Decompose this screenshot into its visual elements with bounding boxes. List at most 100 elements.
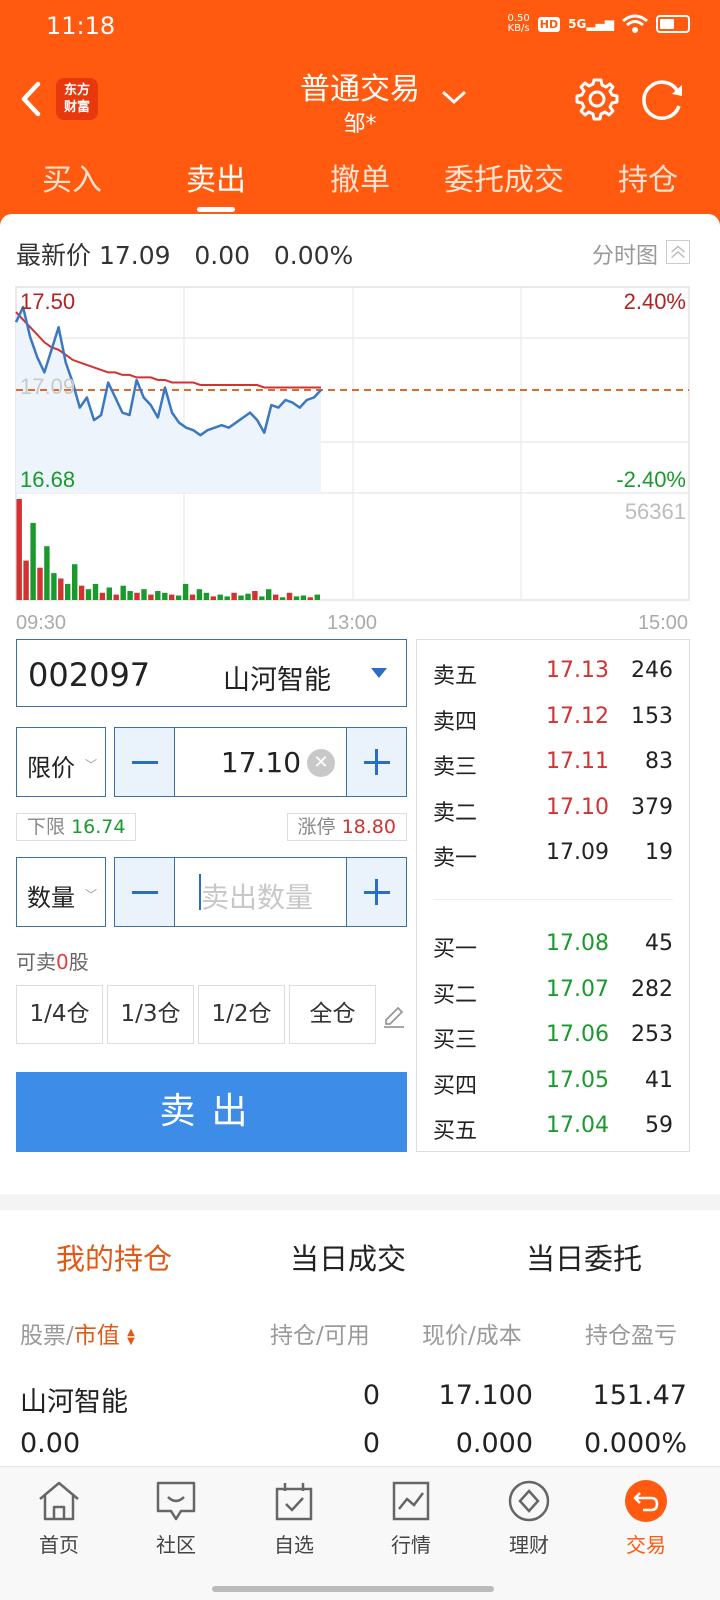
chart-y-low-label: 16.68 xyxy=(20,467,75,492)
volume-bar xyxy=(189,594,196,600)
price-stepper[interactable]: 17.10 ✕ xyxy=(114,727,407,797)
ask-row[interactable]: 卖五 17.13 246 xyxy=(417,650,689,690)
stock-selector[interactable]: 002097 山河智能 xyxy=(16,639,407,707)
volume-bar xyxy=(279,597,286,600)
volume-bar xyxy=(92,583,99,600)
nav-trade[interactable]: 交易 xyxy=(596,1479,696,1579)
qty-plus-button[interactable] xyxy=(346,858,406,926)
volume-bar xyxy=(65,583,71,600)
available-to-sell: 可卖0股 xyxy=(16,950,89,974)
price-plus-button[interactable] xyxy=(346,728,406,796)
tab-my-positions[interactable]: 我的持仓 xyxy=(56,1236,172,1278)
market-icon xyxy=(392,1481,430,1521)
ask-row[interactable]: 卖一 17.09 19 xyxy=(417,832,689,872)
home-icon xyxy=(39,1481,79,1521)
home-indicator xyxy=(212,1586,494,1592)
col-price-cost[interactable]: 现价/成本 xyxy=(422,1316,522,1350)
col-hold-avail[interactable]: 持仓/可用 xyxy=(270,1316,370,1350)
volume-bar xyxy=(134,592,140,600)
position-name[interactable]: 山河智能 xyxy=(20,1380,128,1419)
nav-community[interactable]: 社区 xyxy=(126,1479,226,1579)
trade-icon xyxy=(625,1480,667,1522)
position-hold: 0 xyxy=(362,1380,380,1411)
section-gap xyxy=(0,1194,720,1210)
intraday-chart[interactable]: 17.50 17.09 16.68 2.40% -2.40% 56361 09:30 13:0… xyxy=(0,280,720,640)
col-stock-value[interactable]: 股票/市值 ▲ ▼ xyxy=(20,1316,135,1350)
gear-icon[interactable] xyxy=(574,76,620,122)
price-minus-button[interactable] xyxy=(115,728,175,796)
clear-icon[interactable]: ✕ xyxy=(307,749,335,777)
volume-bar xyxy=(51,573,57,600)
watchlist-icon xyxy=(275,1483,313,1521)
volume-bar xyxy=(266,589,272,600)
tab-buy[interactable]: 买入 xyxy=(0,156,144,212)
position-pnl-pct: 0.000% xyxy=(584,1428,687,1459)
nav-home[interactable]: 首页 xyxy=(9,1479,109,1579)
header-bar: 11:18 0.50 KB/s HD 5G▂▄▆ 东方 财富 普通交易 邹* 买… xyxy=(0,0,720,226)
volume-bar xyxy=(85,589,92,600)
trade-tabs: 买入 卖出 撤单 委托成交 持仓 xyxy=(0,156,720,212)
dropdown-triangle-icon xyxy=(371,668,387,678)
chevron-down-icon: ﹀ xyxy=(85,888,98,902)
volume-bar xyxy=(307,597,313,600)
volume-bar xyxy=(182,583,189,600)
nav-watchlist[interactable]: 自选 xyxy=(244,1479,344,1579)
chevron-down-icon: ﹀ xyxy=(85,758,98,772)
nav-market[interactable]: 行情 xyxy=(361,1479,461,1579)
refresh-icon[interactable] xyxy=(638,76,688,122)
qty-input[interactable]: 卖出数量 xyxy=(201,876,313,916)
wealth-icon xyxy=(508,1480,550,1522)
volume-bar xyxy=(203,592,210,600)
volume-bar xyxy=(314,594,320,600)
tab-holdings[interactable]: 持仓 xyxy=(576,156,720,212)
volume-bar xyxy=(273,594,279,600)
volume-bar xyxy=(286,592,293,600)
chart-mode-label[interactable]: 分时图 xyxy=(592,238,658,270)
tab-today-orders[interactable]: 当日委托 xyxy=(526,1236,642,1278)
ask-row[interactable]: 卖四 17.12 153 xyxy=(417,696,689,736)
edit-icon[interactable] xyxy=(382,1000,406,1028)
volume-bar xyxy=(37,567,43,600)
volume-bar xyxy=(44,546,50,600)
ask-row[interactable]: 卖二 17.10 379 xyxy=(417,787,689,827)
bid-row[interactable]: 买一 17.08 45 xyxy=(417,923,689,963)
volume-bar xyxy=(120,585,126,600)
book-divider xyxy=(433,899,673,900)
tab-today-trades[interactable]: 当日成交 xyxy=(290,1236,406,1278)
ratio-half-button[interactable]: 1/2仓 xyxy=(198,985,285,1044)
qty-minus-button[interactable] xyxy=(115,858,175,926)
tab-cancel[interactable]: 撤单 xyxy=(288,156,432,212)
bid-row[interactable]: 买二 17.07 282 xyxy=(417,969,689,1009)
volume-bar xyxy=(23,560,29,600)
ratio-full-button[interactable]: 全仓 xyxy=(289,985,376,1044)
collapse-chart-icon[interactable] xyxy=(666,240,690,264)
bid-row[interactable]: 买三 17.06 253 xyxy=(417,1014,689,1054)
status-time: 11:18 xyxy=(46,12,116,40)
nav-wealth[interactable]: 理财 xyxy=(479,1479,579,1579)
bid-row[interactable]: 买五 17.04 59 xyxy=(417,1105,689,1145)
volume-bar xyxy=(141,589,147,600)
ratio-third-button[interactable]: 1/3仓 xyxy=(107,985,194,1044)
chart-x-label: 13:00 xyxy=(327,612,377,634)
qty-type-select[interactable]: 数量 ﹀ xyxy=(16,857,106,927)
bid-row[interactable]: 买四 17.05 41 xyxy=(417,1060,689,1100)
chart-x-label: 15:00 xyxy=(638,612,688,634)
volume-bar xyxy=(238,595,244,600)
volume-bar xyxy=(155,591,161,600)
ratio-quarter-button[interactable]: 1/4仓 xyxy=(16,985,103,1044)
volume-bar xyxy=(231,592,237,600)
sell-button[interactable]: 卖出 xyxy=(16,1072,407,1152)
volume-bar xyxy=(293,596,300,600)
ask-row[interactable]: 卖三 17.11 83 xyxy=(417,741,689,781)
price-type-select[interactable]: 限价 ﹀ xyxy=(16,727,106,797)
stock-name: 山河智能 xyxy=(223,665,331,696)
volume-bar xyxy=(217,594,223,600)
position-value: 0.00 xyxy=(20,1428,81,1459)
tab-orders-trades[interactable]: 委托成交 xyxy=(432,156,576,212)
col-pnl[interactable]: 持仓盈亏 xyxy=(585,1316,689,1350)
volume-bar xyxy=(113,594,119,600)
tab-sell[interactable]: 卖出 xyxy=(144,156,288,212)
upper-limit-badge: 涨停 18.80 xyxy=(286,813,407,841)
qty-stepper[interactable]: 卖出数量 xyxy=(114,857,407,927)
chevron-down-icon[interactable] xyxy=(440,88,468,106)
